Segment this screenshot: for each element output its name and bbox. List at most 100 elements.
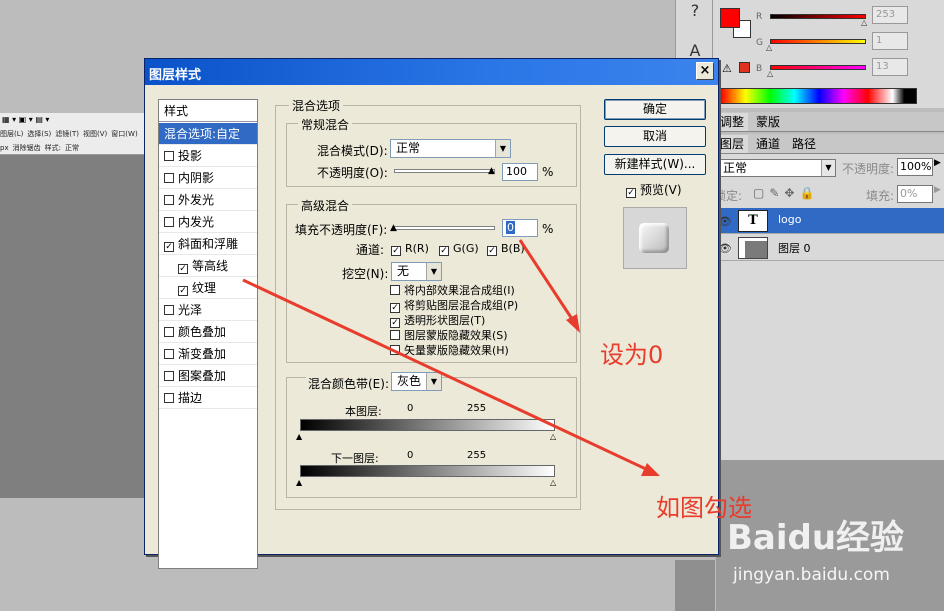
eye-icon[interactable]: 👁 xyxy=(718,215,732,228)
layer-row-logo[interactable]: 👁 T logo xyxy=(712,208,944,234)
style-checkbox[interactable] xyxy=(164,349,174,359)
style-checkbox[interactable] xyxy=(164,217,174,227)
style-item[interactable]: ✓ 斜面和浮雕 xyxy=(159,233,257,255)
styles-header[interactable]: 样式 xyxy=(159,100,257,122)
fill-arrow-icon[interactable]: ▶ xyxy=(934,185,941,195)
eye-icon[interactable]: 👁 xyxy=(718,242,732,255)
style-item[interactable]: 外发光 xyxy=(159,189,257,211)
color-spectrum-bar[interactable] xyxy=(720,88,917,104)
red-slider-thumb[interactable]: △ xyxy=(861,18,867,27)
this-layer-gradient[interactable] xyxy=(300,419,555,431)
this-layer-black-thumb[interactable]: ▲ xyxy=(296,432,302,441)
toolbar-item[interactable]: 视图(V) xyxy=(83,130,107,138)
opacity-arrow-icon[interactable]: ▶ xyxy=(934,158,941,168)
underlying-layer-gradient[interactable] xyxy=(300,465,555,477)
warning-triangle-icon[interactable]: ⚠ xyxy=(722,62,732,75)
option-checkbox[interactable] xyxy=(390,330,400,340)
green-channel-slider[interactable] xyxy=(770,39,866,44)
channel-checkbox[interactable]: ✓ xyxy=(439,246,449,256)
channel-checkbox[interactable]: ✓ xyxy=(391,246,401,256)
channel-checkbox-row[interactable]: ✓ B(B) xyxy=(487,241,525,256)
toolbar-item[interactable]: 消除锯齿 xyxy=(13,144,41,152)
toolbar-item[interactable]: 选择(S) xyxy=(27,130,51,138)
gamut-color-swatch[interactable] xyxy=(739,62,750,73)
style-checkbox[interactable] xyxy=(164,173,174,183)
option-checkbox-row[interactable]: ✓ 将剪贴图层混合成组(P) xyxy=(390,297,518,313)
option-checkbox-row[interactable]: 图层蒙版隐藏效果(S) xyxy=(390,327,508,343)
blend-if-select[interactable]: 灰色 ▼ xyxy=(391,372,442,391)
style-checkbox[interactable] xyxy=(164,151,174,161)
style-item[interactable]: 图案叠加 xyxy=(159,365,257,387)
this-layer-white-thumb[interactable]: △ xyxy=(550,432,556,441)
fill-opacity-field[interactable]: 0 xyxy=(502,219,538,237)
green-value-field[interactable]: 1 xyxy=(872,32,908,50)
underlying-black-thumb[interactable]: ▲ xyxy=(296,478,302,487)
option-checkbox-row[interactable]: ✓ 透明形状图层(T) xyxy=(390,312,485,328)
style-checkbox[interactable] xyxy=(164,195,174,205)
fill-field[interactable]: 0% xyxy=(897,185,933,203)
cancel-button[interactable]: 取消 xyxy=(604,126,706,147)
foreground-color-swatch[interactable] xyxy=(720,8,740,28)
style-item[interactable]: 渐变叠加 xyxy=(159,343,257,365)
layer-blend-mode-select[interactable]: 正常 ▼ xyxy=(716,159,836,177)
knockout-select[interactable]: 无 ▼ xyxy=(391,262,442,281)
style-item[interactable]: 颜色叠加 xyxy=(159,321,257,343)
ok-button[interactable]: 确定 xyxy=(604,99,706,120)
opacity-slider-thumb[interactable]: ▲ xyxy=(488,167,495,176)
red-channel-slider[interactable] xyxy=(770,14,866,19)
style-checkbox[interactable] xyxy=(164,327,174,337)
style-checkbox[interactable] xyxy=(164,393,174,403)
style-checkbox[interactable]: ✓ xyxy=(164,242,174,252)
opacity-field[interactable]: 100 xyxy=(502,163,538,181)
style-checkbox[interactable]: ✓ xyxy=(178,286,188,296)
option-checkbox[interactable] xyxy=(390,285,400,295)
dialog-titlebar[interactable]: 图层样式 × xyxy=(145,59,718,85)
blue-value-field[interactable]: 13 xyxy=(872,58,908,76)
toolbar-item[interactable]: px xyxy=(0,144,9,152)
blue-slider-thumb[interactable]: △ xyxy=(767,69,773,78)
option-checkbox-row[interactable]: 矢量蒙版隐藏效果(H) xyxy=(390,342,509,358)
toolbar-item[interactable]: 正常 xyxy=(65,144,79,152)
opacity-slider[interactable] xyxy=(394,169,495,173)
style-item[interactable]: ✓ 纹理 xyxy=(159,277,257,299)
toolbar-item[interactable]: 窗口(W) xyxy=(111,130,137,138)
new-style-button[interactable]: 新建样式(W)... xyxy=(604,154,706,175)
style-item[interactable]: 内阴影 xyxy=(159,167,257,189)
channel-checkbox[interactable]: ✓ xyxy=(487,246,497,256)
layer-row-layer0[interactable]: 👁 图层 0 xyxy=(712,235,944,261)
green-slider-thumb[interactable]: △ xyxy=(766,43,772,52)
style-checkbox[interactable]: ✓ xyxy=(178,264,188,274)
underlying-white-thumb[interactable]: △ xyxy=(550,478,556,487)
layer-opacity-field[interactable]: 100% xyxy=(897,158,933,176)
tab-mask[interactable]: 蒙版 xyxy=(752,113,784,131)
style-item[interactable]: 内发光 xyxy=(159,211,257,233)
channel-checkbox-row[interactable]: ✓ R(R) xyxy=(391,241,429,256)
blue-channel-slider[interactable] xyxy=(770,65,866,70)
option-checkbox-row[interactable]: 将内部效果混合成组(I) xyxy=(390,282,515,298)
tab-adjust[interactable]: 调整 xyxy=(716,113,749,131)
style-checkbox[interactable] xyxy=(164,305,174,315)
toolbar-item[interactable]: 样式: xyxy=(45,144,61,152)
tab-layers[interactable]: 图层 xyxy=(716,135,749,153)
note-tool-icon[interactable]: ? xyxy=(683,0,707,22)
preview-checkbox-row[interactable]: ✓ 预览(V) xyxy=(626,181,682,198)
tab-channels[interactable]: 通道 xyxy=(752,135,784,153)
lock-icons[interactable]: ▢✎✥🔒 xyxy=(753,186,819,200)
fill-opacity-slider[interactable] xyxy=(394,226,495,230)
toolbar-item[interactable]: 滤镜(T) xyxy=(55,130,79,138)
toolbar-item[interactable]: 图层(L) xyxy=(0,130,23,138)
preview-checkbox[interactable]: ✓ xyxy=(626,188,636,198)
tab-paths[interactable]: 路径 xyxy=(788,135,820,153)
fill-opacity-slider-thumb[interactable]: ▲ xyxy=(390,224,397,233)
red-value-field[interactable]: 253 xyxy=(872,6,908,24)
style-checkbox[interactable] xyxy=(164,371,174,381)
close-icon[interactable]: × xyxy=(696,62,714,80)
option-checkbox[interactable] xyxy=(390,345,400,355)
style-item[interactable]: 投影 xyxy=(159,145,257,167)
blend-mode-select[interactable]: 正常 ▼ xyxy=(390,139,511,158)
style-item[interactable]: 描边 xyxy=(159,387,257,409)
channel-checkbox-row[interactable]: ✓ G(G) xyxy=(439,241,479,256)
style-item[interactable]: ✓ 等高线 xyxy=(159,255,257,277)
style-item[interactable]: 光泽 xyxy=(159,299,257,321)
style-item[interactable]: 混合选项:自定 xyxy=(159,123,257,145)
